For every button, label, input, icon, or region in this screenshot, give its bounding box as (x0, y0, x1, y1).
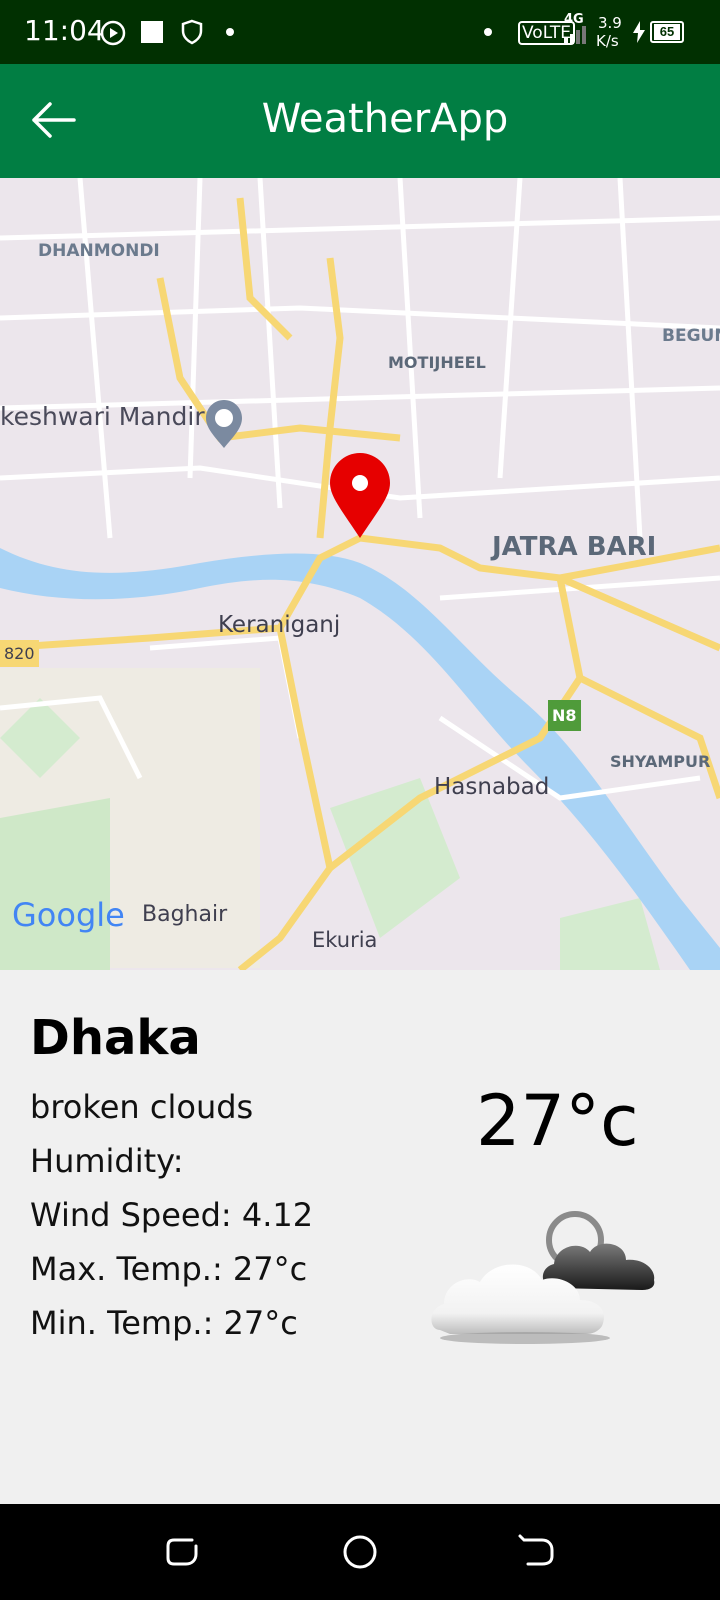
back-icon[interactable] (514, 1530, 558, 1574)
dot-icon (484, 28, 492, 36)
map-label-hasnabad: Hasnabad (434, 774, 550, 800)
city-name: Dhaka (30, 1010, 201, 1066)
road-shield-n8: N8 (548, 700, 581, 731)
weather-description: broken clouds (30, 1088, 254, 1126)
battery-icon: 65 (650, 21, 684, 43)
app-title: WeatherApp (261, 96, 509, 142)
speed-value: 3.9 (598, 14, 622, 32)
map-view[interactable]: DHANMONDI MOTIJHEEL BEGUN keshwari Mandi… (0, 178, 720, 970)
status-bar: 11:04 VoLTE 4G 3.9 K/s 65 (0, 0, 720, 64)
shield-icon (181, 19, 203, 45)
recents-icon[interactable] (162, 1530, 206, 1574)
road-shield-820: 820 (0, 640, 39, 667)
dot-icon (226, 28, 234, 36)
battery-level: 65 (654, 24, 680, 40)
humidity-label: Humidity: (30, 1142, 184, 1180)
map-label-begun: BEGUN (662, 326, 720, 346)
navigation-bar (0, 1504, 720, 1600)
map-label-baghair: Baghair (142, 902, 228, 927)
home-icon[interactable] (338, 1530, 382, 1574)
map-label-ekuria: Ekuria (312, 928, 378, 952)
map-label-mandir: keshwari Mandir (0, 402, 205, 431)
wind-speed: Wind Speed: 4.12 (30, 1196, 314, 1234)
network-type: 4G (564, 12, 584, 27)
map-label-dhanmondi: DHANMONDI (38, 241, 160, 261)
current-temperature: 27°c (476, 1080, 639, 1162)
weather-panel: Dhaka broken clouds Humidity: Wind Speed… (0, 970, 720, 1504)
google-logo: Google (12, 896, 125, 934)
square-notification-icon (141, 21, 163, 43)
map-label-shyampur: SHYAMPUR (610, 752, 711, 771)
map-background (0, 178, 720, 970)
broken-clouds-icon (431, 1211, 655, 1344)
signal-icon (564, 26, 586, 44)
app-bar: WeatherApp (0, 64, 720, 178)
map-label-keraniganj: Keraniganj (218, 612, 341, 638)
map-label-jatra-bari: JATRA BARI (492, 532, 657, 562)
speed-unit: K/s (596, 32, 619, 50)
charging-icon (633, 21, 645, 43)
screen-record-icon (100, 20, 126, 46)
min-temp: Min. Temp.: 27°c (30, 1304, 298, 1342)
status-time: 11:04 (24, 14, 105, 47)
max-temp: Max. Temp.: 27°c (30, 1250, 308, 1288)
map-label-motijheel: MOTIJHEEL (388, 353, 486, 372)
